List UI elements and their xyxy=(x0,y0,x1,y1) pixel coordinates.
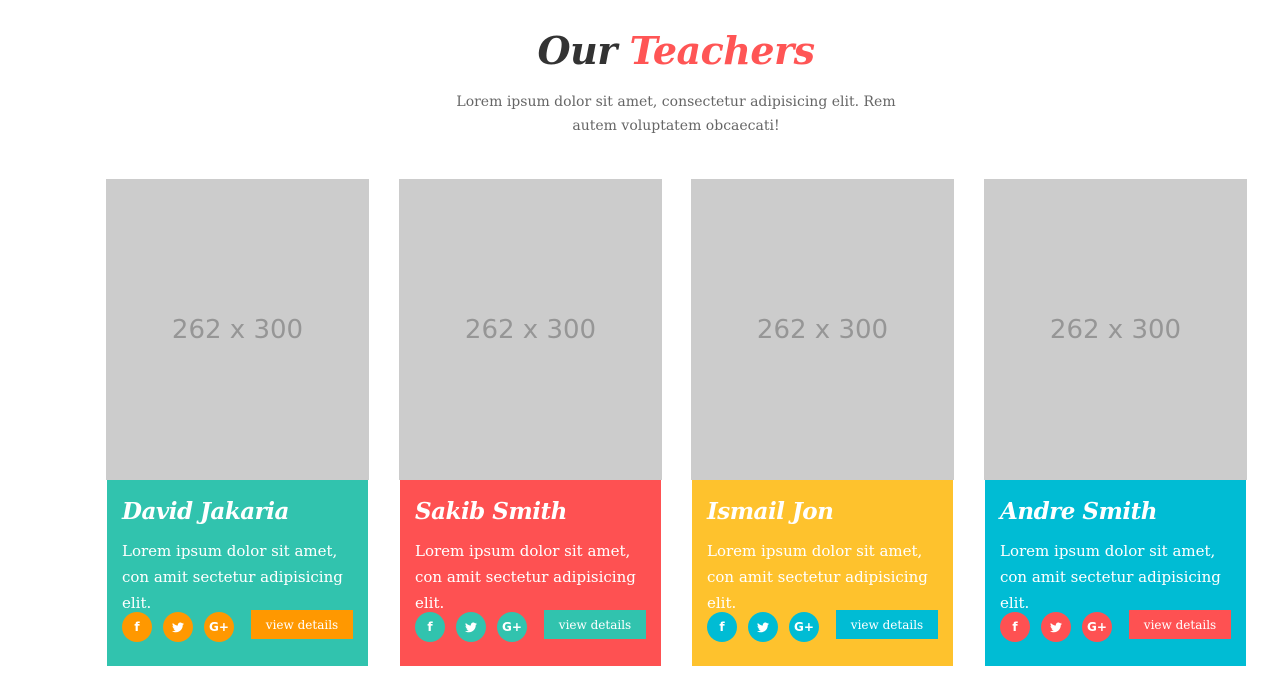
teacher-description: Lorem ipsum dolor sit amet, con amit sec… xyxy=(415,542,636,612)
view-details-button[interactable]: view details xyxy=(836,610,938,639)
teacher-card: 262 x 300 Ismail Jon Lorem ipsum dolor s… xyxy=(691,179,954,666)
teacher-photo: 262 x 300 xyxy=(106,179,369,480)
google-plus-icon[interactable]: G+ xyxy=(789,612,819,642)
social-links: f G+ xyxy=(415,612,527,642)
title-part-our: Our xyxy=(537,28,617,73)
teacher-card: 262 x 300 Andre Smith Lorem ipsum dolor … xyxy=(984,179,1247,666)
facebook-icon[interactable]: f xyxy=(1000,612,1030,642)
teacher-photo: 262 x 300 xyxy=(984,179,1247,480)
section-title: Our Teachers xyxy=(0,28,1287,73)
photo-placeholder-text: 262 x 300 xyxy=(1049,314,1182,345)
teacher-info-panel: Sakib Smith Lorem ipsum dolor sit amet, … xyxy=(400,480,661,666)
teacher-photo: 262 x 300 xyxy=(399,179,662,480)
google-plus-icon[interactable]: G+ xyxy=(497,612,527,642)
social-links: f G+ xyxy=(122,612,234,642)
twitter-icon[interactable] xyxy=(163,612,193,642)
social-links: f G+ xyxy=(1000,612,1112,642)
teacher-card: 262 x 300 David Jakaria Lorem ipsum dolo… xyxy=(106,179,369,666)
photo-placeholder-text: 262 x 300 xyxy=(171,314,304,345)
view-details-button[interactable]: view details xyxy=(1129,610,1231,639)
teacher-info-panel: Andre Smith Lorem ipsum dolor sit amet, … xyxy=(985,480,1246,666)
photo-placeholder-text: 262 x 300 xyxy=(756,314,889,345)
title-part-teachers: Teachers xyxy=(629,28,815,73)
view-details-button[interactable]: view details xyxy=(544,610,646,639)
photo-placeholder-text: 262 x 300 xyxy=(464,314,597,345)
teacher-description: Lorem ipsum dolor sit amet, con amit sec… xyxy=(1000,542,1221,612)
section-subtitle: Lorem ipsum dolor sit amet, consectetur … xyxy=(456,94,896,134)
twitter-icon[interactable] xyxy=(1041,612,1071,642)
facebook-icon[interactable]: f xyxy=(707,612,737,642)
social-links: f G+ xyxy=(707,612,819,642)
teacher-description: Lorem ipsum dolor sit amet, con amit sec… xyxy=(122,542,343,612)
teacher-info-panel: Ismail Jon Lorem ipsum dolor sit amet, c… xyxy=(692,480,953,666)
google-plus-icon[interactable]: G+ xyxy=(204,612,234,642)
teacher-description: Lorem ipsum dolor sit amet, con amit sec… xyxy=(707,542,928,612)
twitter-icon[interactable] xyxy=(456,612,486,642)
twitter-icon[interactable] xyxy=(748,612,778,642)
teacher-name: Andre Smith xyxy=(1000,498,1157,525)
teacher-name: Sakib Smith xyxy=(415,498,567,525)
google-plus-icon[interactable]: G+ xyxy=(1082,612,1112,642)
facebook-icon[interactable]: f xyxy=(122,612,152,642)
teacher-photo: 262 x 300 xyxy=(691,179,954,480)
teacher-info-panel: David Jakaria Lorem ipsum dolor sit amet… xyxy=(107,480,368,666)
view-details-button[interactable]: view details xyxy=(251,610,353,639)
teacher-name: Ismail Jon xyxy=(707,498,834,525)
facebook-icon[interactable]: f xyxy=(415,612,445,642)
teacher-name: David Jakaria xyxy=(122,498,289,525)
teacher-card: 262 x 300 Sakib Smith Lorem ipsum dolor … xyxy=(399,179,662,666)
